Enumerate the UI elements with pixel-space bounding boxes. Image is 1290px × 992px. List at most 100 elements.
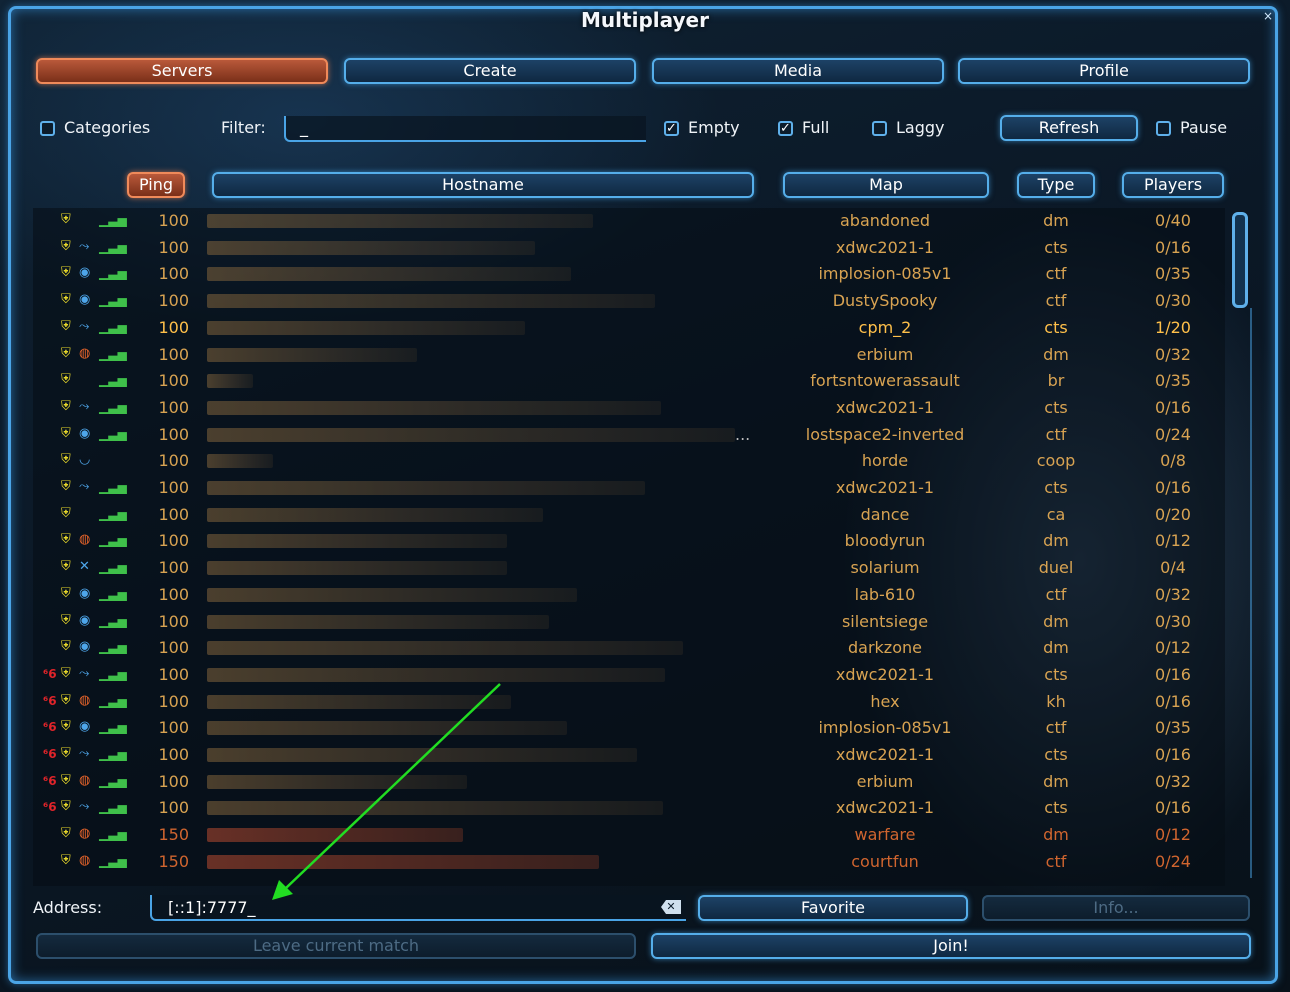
tab-create[interactable]: Create [344,58,636,84]
ipv6-icon: ⁶6 [43,773,57,788]
server-row[interactable]: ⁶6 ⛨ ⤳ ▁▃▅ 100 xdwc2021-1 cts 0/16 [33,795,1225,821]
server-type: duel [1038,558,1074,578]
refresh-button[interactable]: Refresh [1000,115,1138,141]
shield-icon: ⛨ [61,238,71,254]
server-type: cts [1044,664,1068,684]
server-map: xdwc2021-1 [835,397,935,417]
full-label: Full [802,118,830,137]
server-map: horde [861,451,909,471]
server-row[interactable]: ⁶6 ⛨ ⤳ ▁▃▅ 100 xdwc2021-1 cts 0/16 [33,662,1225,688]
pause-checkbox[interactable] [1156,121,1171,136]
signal-bars-icon: ▁▃▅ [99,693,127,708]
server-ping: 150 [158,851,189,871]
empty-checkbox[interactable]: ✓ [664,121,679,136]
server-hostname-blurred [207,641,683,656]
server-row[interactable]: ⛨ ▁▃▅ 100 dance ca 0/20 [33,502,1225,528]
server-list[interactable]: ⛨ ▁▃▅ 100 abandoned dm 0/40 ⛨ ⤳ ▁▃▅ 100 xdwc2021-1… [33,208,1225,886]
server-hostname-blurred [207,320,525,335]
server-ping: 100 [158,718,189,738]
server-row[interactable]: ⛨ ✕ ▁▃▅ 100 solarium duel 0/4 [33,555,1225,581]
server-hostname-blurred [207,507,543,522]
column-type[interactable]: Type [1017,172,1095,198]
server-ping: 100 [158,451,189,471]
server-row[interactable]: ⛨ ◍ ▁▃▅ 100 erbium dm 0/32 [33,342,1225,368]
server-icons: ⛨ ✕ ▁▃▅ [41,559,127,577]
address-input[interactable]: [::1]:7777_ [150,895,686,921]
info-button[interactable]: Info... [982,895,1250,921]
server-type: ctf [1045,264,1067,284]
server-map: xdwc2021-1 [835,664,935,684]
server-row[interactable]: ⛨ ▁▃▅ 100 abandoned dm 0/40 [33,208,1225,234]
race-arrow-icon: ⤳ [79,238,90,254]
server-ping: 100 [158,237,189,257]
server-row[interactable]: ⁶6 ⛨ ◍ ▁▃▅ 100 erbium dm 0/32 [33,769,1225,795]
empty-label: Empty [688,118,740,137]
categories-checkbox[interactable] [40,121,55,136]
server-row[interactable]: ⛨ ◍ ▁▃▅ 100 bloodyrun dm 0/12 [33,528,1225,554]
server-row[interactable]: ⛨ ◉ ▁▃▅ 100 lab-610 ctf 0/32 [33,582,1225,608]
server-hostname-blurred [207,374,253,389]
server-ping: 100 [158,558,189,578]
shield-icon: ⛨ [61,612,71,628]
server-row[interactable]: ⛨ ◉ ▁▃▅ 100 darkzone dm 0/12 [33,635,1225,661]
column-ping[interactable]: Ping [127,172,185,198]
server-row[interactable]: ⛨ ◡ 100 horde coop 0/8 [33,448,1225,474]
close-icon[interactable]: × [1262,10,1274,22]
server-players: 0/24 [1155,851,1191,871]
laggy-checkbox[interactable] [872,121,887,136]
tab-media[interactable]: Media [652,58,944,84]
tab-profile[interactable]: Profile [958,58,1250,84]
join-button[interactable]: Join! [651,933,1251,959]
server-map: xdwc2021-1 [835,745,935,764]
server-row[interactable]: ⁶6 ⛨ ◉ ▁▃▅ 100 implosion-085v1 ctf 0/35 [33,715,1225,741]
server-row[interactable]: ⛨ ◉ ▁▃▅ 100 DustySpooky ctf 0/30 [33,288,1225,314]
server-hostname-blurred [207,534,507,549]
server-row[interactable]: ⛨ ◉ ▁▃▅ 100 silentsiege dm 0/30 [33,609,1225,635]
server-type: dm [1043,531,1069,551]
shield-icon: ⛨ [61,372,71,388]
server-hostname-blurred [207,694,511,709]
shield-icon: ⛨ [61,398,71,414]
server-row[interactable]: ⛨ ⤳ ▁▃▅ 100 cpm_2 cts 1/20 [33,315,1225,341]
fire-icon: ◍ [79,772,91,788]
column-hostname[interactable]: Hostname [212,172,754,198]
server-row[interactable]: ⁶6 ⛨ ⤳ ▁▃▅ 100 xdwc2021-1 cts 0/16 [33,742,1225,768]
signal-bars-icon: ▁▃▅ [99,853,127,868]
shield-icon: ⛨ [61,505,71,521]
server-row[interactable]: ⁶6 ⛨ ◍ ▁▃▅ 100 hex kh 0/16 [33,689,1225,715]
server-players: 0/40 [1155,211,1191,230]
target-icon: ◉ [79,292,91,308]
shield-icon: ⛨ [61,719,71,735]
shield-icon: ⛨ [61,852,71,868]
server-row[interactable]: ⛨ ⤳ ▁▃▅ 100 xdwc2021-1 cts 0/16 [33,395,1225,421]
full-checkbox[interactable]: ✓ [778,121,793,136]
target-icon: ◉ [79,612,91,628]
server-type: dm [1043,611,1069,631]
server-type: cts [1044,237,1068,257]
server-ping: 100 [158,264,189,284]
server-map: bloodyrun [844,531,926,551]
tab-servers[interactable]: Servers [36,58,328,84]
server-hostname-blurred [207,748,637,762]
server-type: ctf [1045,291,1067,311]
server-row[interactable]: ⛨ ◉ ▁▃▅ 100... lostspace2-inverted ctf 0/24 [33,422,1225,448]
favorite-button[interactable]: Favorite [698,895,968,921]
column-players[interactable]: Players [1122,172,1224,198]
laggy-label: Laggy [896,118,945,137]
server-icons: ⛨ ⤳ ▁▃▅ [41,319,127,337]
server-row[interactable]: ⛨ ◍ ▁▃▅ 150 warfare dm 0/12 [33,822,1225,848]
server-row[interactable]: ⛨ ⤳ ▁▃▅ 100 xdwc2021-1 cts 0/16 [33,235,1225,261]
server-ping: 100 [158,211,189,230]
server-row[interactable]: ⛨ ⤳ ▁▃▅ 100 xdwc2021-1 cts 0/16 [33,475,1225,501]
column-map[interactable]: Map [783,172,989,198]
server-row[interactable]: ⛨ ▁▃▅ 100 fortsntowerassault br 0/35 [33,368,1225,394]
server-map: xdwc2021-1 [835,798,935,818]
server-row[interactable]: ⛨ ◍ ▁▃▅ 150 courtfun ctf 0/24 [33,849,1225,875]
server-row[interactable]: ⛨ ◉ ▁▃▅ 100 implosion-085v1 ctf 0/35 [33,261,1225,287]
filter-input[interactable]: _ [284,116,646,142]
signal-bars-icon: ▁▃▅ [99,266,127,281]
scrollbar-thumb[interactable] [1232,212,1248,308]
server-ping: 100 [158,371,189,391]
server-map: abandoned [840,211,930,230]
leave-match-button[interactable]: Leave current match [36,933,636,959]
